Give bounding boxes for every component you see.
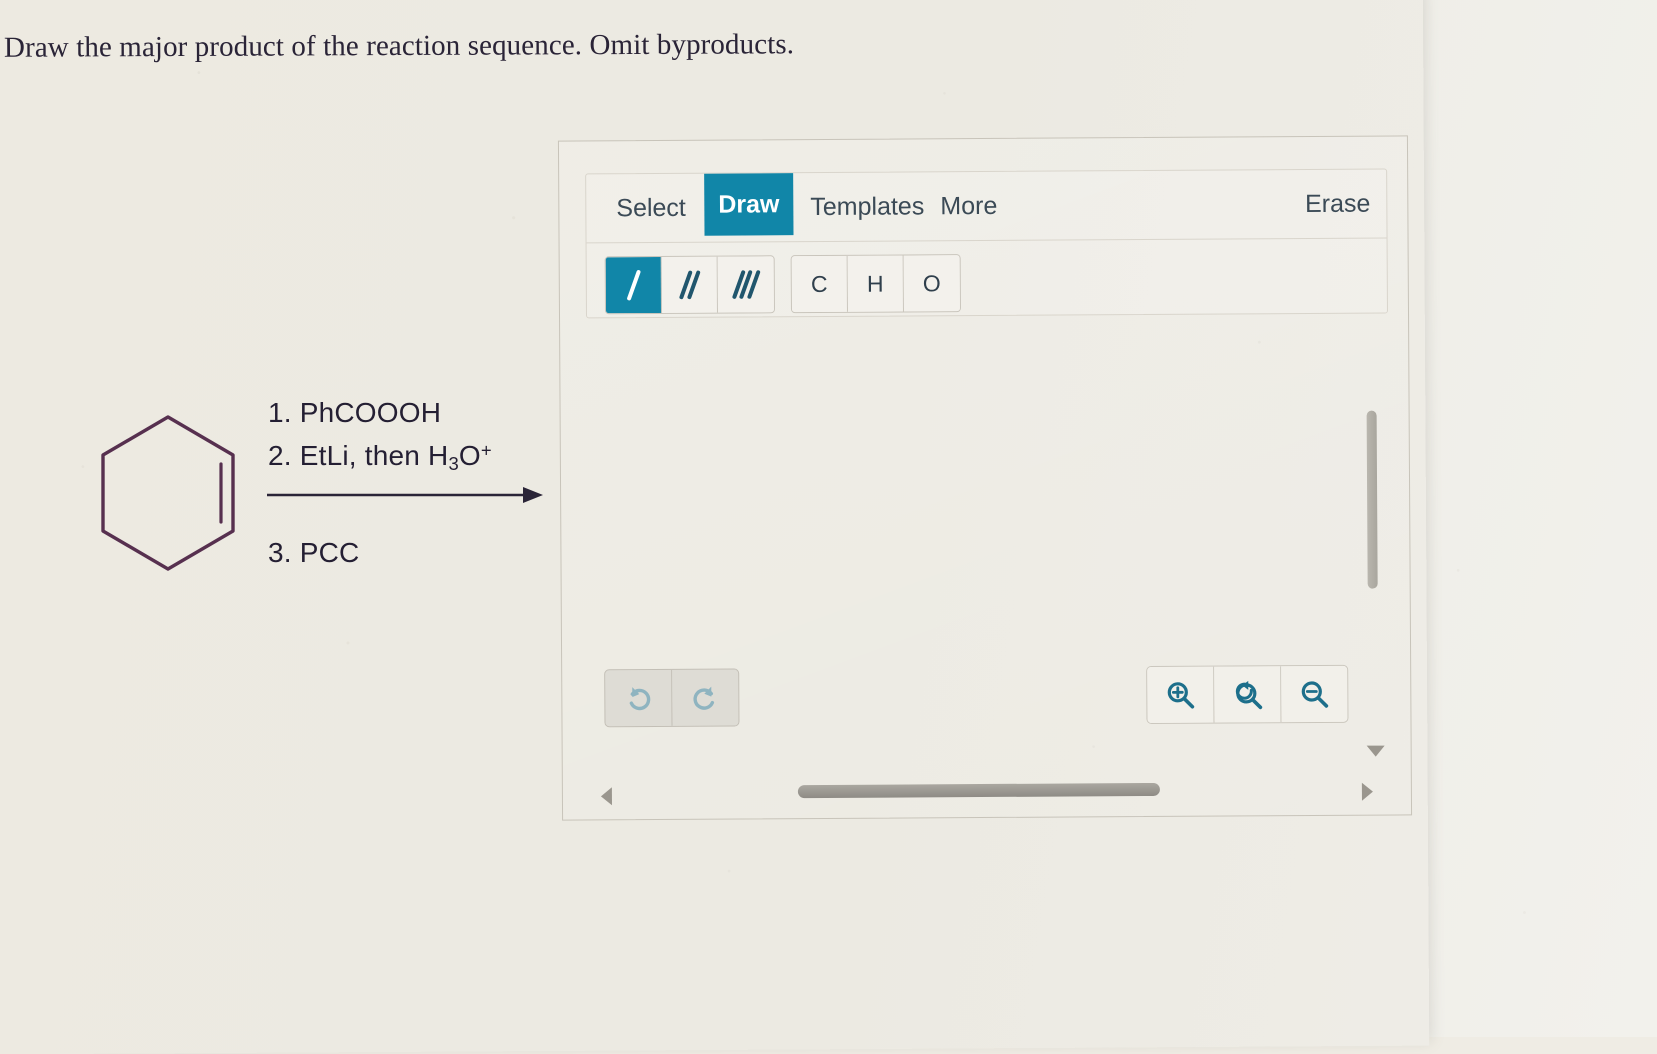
molecule-editor-panel: Select Draw Templates More Erase — [558, 135, 1412, 820]
atom-carbon-button[interactable]: C — [792, 256, 848, 312]
condition-line-2-prefix: 2. EtLi, then H — [268, 440, 448, 471]
redo-icon — [690, 683, 720, 713]
reaction-arrow-icon — [265, 480, 545, 510]
zoom-out-button[interactable] — [1281, 666, 1347, 722]
reaction-scheme: 1. PhCOOOH 2. EtLi, then H3O+ 3. PCC — [60, 380, 560, 600]
condition-line-2: 2. EtLi, then H3O+ — [268, 435, 558, 478]
zoom-reset-icon — [1231, 678, 1263, 710]
hexagon-ring — [103, 417, 233, 569]
history-button-group — [604, 669, 739, 728]
editor-tool-row: C H O — [587, 238, 1387, 318]
triple-bond-icon — [736, 269, 755, 299]
undo-button[interactable] — [605, 670, 672, 726]
condition-line-2-subscript: 3 — [448, 453, 458, 474]
condition-line-2-oxygen: O — [459, 440, 481, 471]
horizontal-scrollbar-thumb[interactable] — [798, 783, 1160, 798]
atom-tool-group: C H O — [791, 254, 961, 313]
condition-line-1: 1. PhCOOOH — [268, 392, 558, 435]
zoom-button-group — [1146, 665, 1348, 724]
redo-button[interactable] — [672, 670, 738, 726]
atom-hydrogen-label: H — [867, 270, 884, 297]
tab-select[interactable]: Select — [602, 182, 700, 235]
atom-hydrogen-button[interactable]: H — [848, 255, 904, 311]
tab-templates[interactable]: Templates — [796, 180, 938, 233]
zoom-out-icon — [1298, 678, 1330, 710]
page-title: Draw the major product of the reaction s… — [4, 28, 794, 64]
scroll-left-arrow-icon[interactable] — [601, 787, 612, 805]
double-bond-button[interactable] — [662, 257, 718, 313]
tab-more[interactable]: More — [926, 180, 1011, 233]
single-bond-button[interactable] — [606, 257, 662, 313]
atom-carbon-label: C — [811, 270, 828, 297]
horizontal-scrollbar[interactable] — [593, 779, 1381, 804]
bond-tool-group — [605, 255, 775, 314]
single-bond-icon — [631, 269, 635, 301]
scroll-right-arrow-icon[interactable] — [1362, 783, 1373, 801]
condition-line-2-superscript: + — [481, 439, 492, 460]
zoom-reset-button[interactable] — [1214, 666, 1281, 722]
reaction-conditions: 1. PhCOOOH 2. EtLi, then H3O+ 3. PCC — [268, 392, 558, 478]
atom-oxygen-button[interactable]: O — [904, 255, 960, 311]
editor-toolbar: Select Draw Templates More Erase — [585, 169, 1388, 319]
zoom-in-icon — [1164, 679, 1196, 711]
condition-line-3: 3. PCC — [268, 532, 359, 575]
editor-tab-row: Select Draw Templates More Erase — [586, 170, 1386, 244]
triple-bond-button[interactable] — [718, 256, 774, 312]
erase-button[interactable]: Erase — [1305, 180, 1371, 228]
atom-oxygen-label: O — [923, 270, 941, 297]
double-bond-icon — [684, 270, 695, 300]
zoom-in-button[interactable] — [1147, 667, 1214, 723]
scroll-down-arrow-icon[interactable] — [1367, 746, 1385, 757]
undo-icon — [623, 683, 653, 713]
vertical-scrollbar-thumb[interactable] — [1367, 411, 1378, 589]
cyclohexene-structure — [78, 405, 258, 595]
tab-draw[interactable]: Draw — [704, 173, 794, 236]
